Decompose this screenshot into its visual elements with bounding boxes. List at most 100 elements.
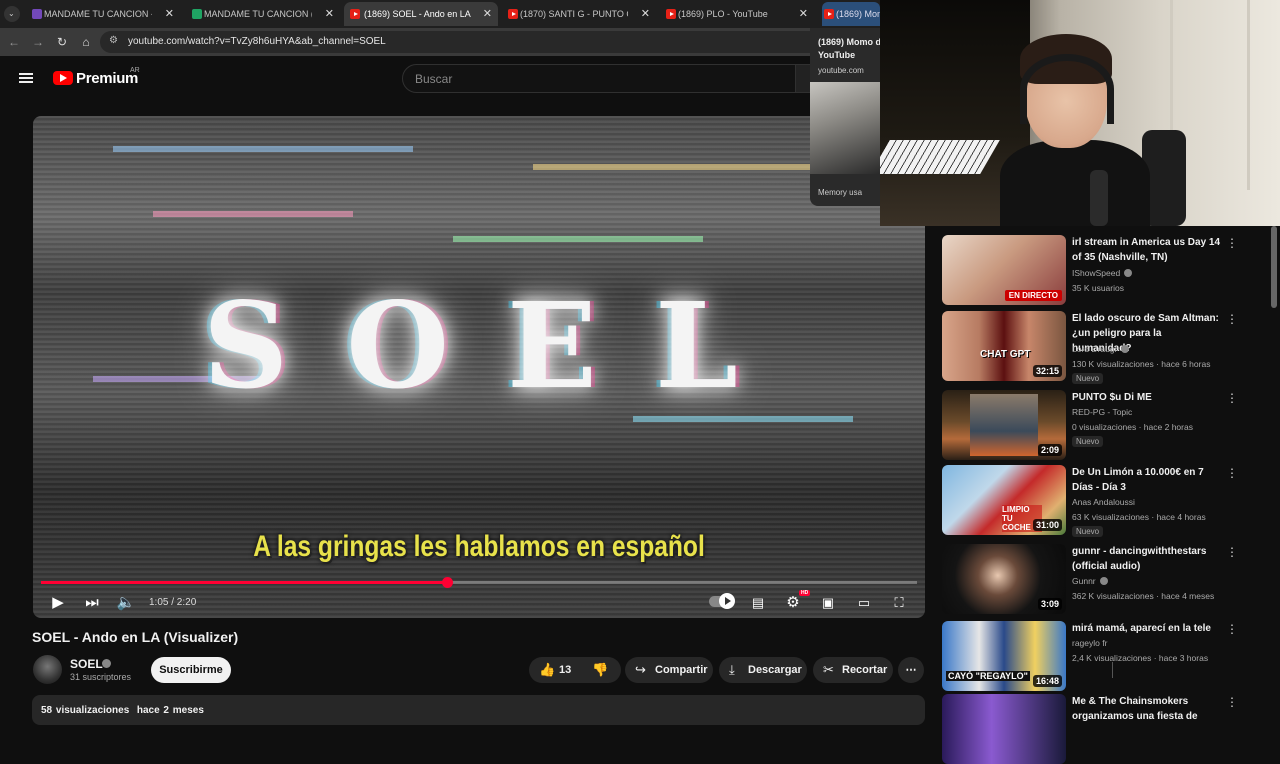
subtitles-icon[interactable]: ▤ <box>747 592 769 614</box>
region-code: AR <box>130 67 140 74</box>
scrollbar-thumb[interactable] <box>1271 226 1277 308</box>
microphone-icon <box>1090 170 1108 226</box>
play-icon[interactable]: ▶ <box>47 592 69 614</box>
more-vertical-icon[interactable]: ⋮ <box>1226 546 1238 558</box>
video-thumbnail[interactable] <box>942 694 1066 764</box>
youtube-favicon-icon <box>666 9 676 19</box>
subscribe-button[interactable]: Suscribirme <box>151 657 231 683</box>
tab-title: (1870) SANTI G - PUNTO CIEGO <box>520 9 628 19</box>
recommendation-item[interactable]: 2:09 PUNTO $u Di ME RED-PG - Topic 0 vis… <box>942 390 1242 460</box>
browser-tab[interactable]: MANDAME TU CANCION (resp ✕ <box>190 2 340 26</box>
video-thumbnail[interactable]: LIMPIO TU COCHE 31:00 <box>942 465 1066 535</box>
video-thumbnail[interactable]: CAYÓ "REGAYLO" 16:48 <box>942 621 1066 691</box>
recommendation-channel[interactable]: Lord Draugr <box>1072 344 1130 354</box>
recommendation-channel[interactable]: IShowSpeed <box>1072 268 1133 278</box>
recommendation-title[interactable]: PUNTO $u Di ME <box>1072 390 1222 405</box>
scrubber-handle[interactable] <box>442 577 454 588</box>
video-duration: 16:48 <box>1032 675 1062 687</box>
video-title: SOEL - Ando en LA (Visualizer) <box>32 629 239 645</box>
browser-tab[interactable]: (1869) Mom <box>822 2 880 26</box>
fullscreen-icon[interactable]: ⛶ <box>888 592 910 614</box>
theater-mode-icon[interactable]: ▭ <box>853 592 875 614</box>
scissors-icon: ✂ <box>823 662 834 677</box>
video-duration: 2:09 <box>1037 444 1062 456</box>
forms-favicon-icon <box>32 9 42 19</box>
video-duration: 31:00 <box>1032 519 1062 531</box>
recommendation-title[interactable]: mirá mamá, aparecí en la tele <box>1072 621 1222 636</box>
more-actions-button[interactable]: ⋯ <box>898 657 924 683</box>
recommendation-channel[interactable]: rageylo fr <box>1072 638 1107 648</box>
close-icon[interactable]: ✕ <box>641 7 650 20</box>
recommendation-item[interactable]: Me & The Chainsmokers organizamos una fi… <box>942 694 1242 764</box>
reload-icon[interactable]: ↻ <box>54 34 70 50</box>
youtube-logo-icon[interactable] <box>53 71 73 85</box>
clip-label: Recortar <box>842 664 888 676</box>
more-vertical-icon[interactable]: ⋮ <box>1226 392 1238 404</box>
description-box[interactable]: 58 visualizaciones hace 2 meses <box>32 695 925 725</box>
tab-title: (1869) Mom <box>836 9 880 19</box>
tab-title: MANDAME TU CANCION (resp <box>204 9 312 19</box>
search-input[interactable]: Buscar <box>402 64 802 93</box>
miniplayer-icon[interactable]: ▣ <box>817 592 839 614</box>
webcam-keyboard <box>880 140 1000 174</box>
clip-button[interactable]: ✂ Recortar <box>813 657 893 683</box>
thumbnail-text: CHAT GPT <box>980 349 1031 360</box>
recommendation-channel[interactable]: Anas Andaloussi <box>1072 497 1135 507</box>
close-icon[interactable]: ✕ <box>165 7 174 20</box>
close-icon[interactable]: ✕ <box>483 7 492 20</box>
recommendation-channel[interactable]: Gunnr <box>1072 576 1108 586</box>
youtube-favicon-icon <box>350 9 360 19</box>
recommendation-channel[interactable]: RED-PG - Topic <box>1072 407 1132 417</box>
more-vertical-icon[interactable]: ⋮ <box>1226 623 1238 635</box>
home-icon[interactable]: ⌂ <box>78 34 94 50</box>
hamburger-menu-icon[interactable] <box>19 73 33 83</box>
close-icon[interactable]: ✕ <box>799 7 808 20</box>
recommendation-meta: 130 K visualizaciones · hace 6 horas <box>1072 359 1211 369</box>
video-player[interactable]: SOEL A las gringas les hablamos en españ… <box>33 116 925 618</box>
more-vertical-icon[interactable]: ⋮ <box>1226 696 1238 708</box>
recommendation-title[interactable]: gunnr - dancingwiththestars (official au… <box>1072 544 1222 574</box>
more-vertical-icon[interactable]: ⋮ <box>1226 313 1238 325</box>
recommendation-item[interactable]: EN DIRECTO irl stream in America us Day … <box>942 235 1242 305</box>
download-button[interactable]: ⤓ Descargar <box>719 657 807 683</box>
progress-bar[interactable] <box>41 577 917 588</box>
volume-icon[interactable]: 🔈 <box>115 592 137 614</box>
back-arrow-icon[interactable]: ← <box>6 34 22 50</box>
recommendation-item[interactable]: 3:09 gunnr - dancingwiththestars (offici… <box>942 544 1242 614</box>
new-badge: Nuevo <box>1072 373 1104 384</box>
verified-icon <box>102 659 111 668</box>
browser-tab-active[interactable]: (1869) SOEL - Ando en LA (Visu ✕ <box>344 2 498 26</box>
recommendation-title[interactable]: De Un Limón a 10.000€ en 7 Días - Día 3 <box>1072 465 1222 495</box>
channel-name[interactable]: SOEL <box>70 657 103 671</box>
thumbs-down-icon[interactable]: 👎 <box>592 657 608 683</box>
url-text: youtube.com/watch?v=TvZy8h6uHYA&ab_chann… <box>128 36 386 47</box>
video-thumbnail[interactable]: 2:09 <box>942 390 1066 460</box>
recommendation-item[interactable]: CAYÓ "REGAYLO" 16:48 mirá mamá, aparecí … <box>942 621 1242 691</box>
video-thumbnail[interactable]: CHAT GPT 32:15 <box>942 311 1066 381</box>
verified-icon <box>1124 269 1133 277</box>
close-icon[interactable]: ✕ <box>325 7 334 20</box>
video-thumbnail[interactable]: 3:09 <box>942 544 1066 614</box>
recommendation-item[interactable]: CHAT GPT 32:15 El lado oscuro de Sam Alt… <box>942 311 1242 384</box>
search-button[interactable] <box>795 64 811 93</box>
thumbs-up-icon[interactable]: 👍 <box>539 657 555 683</box>
browser-tab[interactable]: MANDAME TU CANCION - Forr ✕ <box>30 2 180 26</box>
recommendation-item[interactable]: LIMPIO TU COCHE 31:00 De Un Limón a 10.0… <box>942 465 1242 537</box>
more-vertical-icon[interactable]: ⋮ <box>1226 237 1238 249</box>
browser-tab[interactable]: (1869) PLO - YouTube ✕ <box>664 2 814 26</box>
channel-avatar[interactable] <box>33 655 62 684</box>
like-count[interactable]: 13 <box>559 657 571 683</box>
video-thumbnail[interactable]: EN DIRECTO <box>942 235 1066 305</box>
recommendation-title[interactable]: irl stream in America us Day 14 of 35 (N… <box>1072 235 1222 265</box>
browser-tab[interactable]: (1870) SANTI G - PUNTO CIEGO ✕ <box>506 2 656 26</box>
preview-domain: youtube.com <box>818 66 864 75</box>
site-info-icon[interactable]: ⚙ <box>109 35 118 46</box>
tab-list-button[interactable]: ⌄ <box>4 6 20 22</box>
next-icon[interactable]: ⏭ <box>81 592 103 614</box>
autoplay-play-icon <box>719 593 735 609</box>
more-vertical-icon[interactable]: ⋮ <box>1226 467 1238 479</box>
share-button[interactable]: ↪ Compartir <box>625 657 713 683</box>
more-horizontal-icon: ⋯ <box>905 664 917 676</box>
forward-arrow-icon[interactable]: → <box>30 34 46 50</box>
verified-icon <box>1121 345 1130 353</box>
